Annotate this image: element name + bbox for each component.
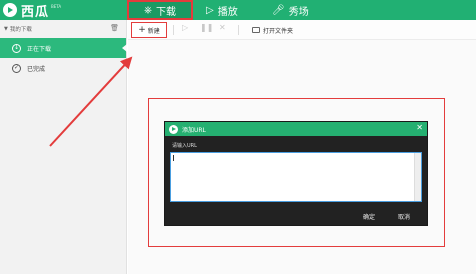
new-task-label: 新建 [147, 27, 160, 35]
top-bar: 西瓜 BETA ⎈ 下载 ▷ 播放 🎤︎ 秀场 [0, 0, 476, 20]
folder-icon [252, 27, 260, 33]
toolbar-divider [238, 25, 239, 35]
ok-button[interactable]: 确定 [361, 210, 377, 222]
cloud-download-icon: ⎈ [144, 4, 152, 16]
start-icon[interactable]: ▷ [182, 24, 188, 32]
tab-show[interactable]: 🎤︎ 秀场 [272, 0, 309, 20]
sidebar-item-label: 正在下载 [27, 45, 52, 53]
open-folder-button[interactable]: 打开文件夹 [252, 23, 293, 37]
text-caret [173, 155, 174, 161]
app-logo: 西瓜 BETA [3, 2, 62, 20]
tab-download-label: 下载 [156, 6, 176, 18]
sidebar-item-label: 已完成 [27, 65, 46, 73]
check-circle-icon: ✓ [12, 63, 21, 73]
toolbar: + 新建 ▷ ❚❚ ✕ 打开文件夹 [128, 20, 476, 40]
app-name: 西瓜 [21, 4, 50, 20]
delete-icon[interactable]: ✕ [219, 24, 226, 32]
play-screen-icon: ▷ [206, 4, 214, 16]
beta-badge: BETA [51, 4, 62, 9]
tab-show-label: 秀场 [288, 6, 309, 18]
tab-play-label: 播放 [217, 6, 238, 18]
sidebar: ▼ 我的下载 🗑︎ ↓ 正在下载 ✓ 已完成 [0, 20, 127, 274]
plus-icon: + [138, 24, 146, 35]
url-input[interactable] [170, 152, 422, 202]
open-folder-label: 打开文件夹 [263, 27, 294, 35]
cancel-button[interactable]: 取消 [395, 210, 413, 222]
microphone-icon: 🎤︎ [272, 4, 285, 16]
trash-icon[interactable]: 🗑︎ [110, 24, 119, 32]
sidebar-header: ▼ 我的下载 🗑︎ [0, 20, 126, 38]
collapse-arrow-icon[interactable]: ▼ [4, 26, 8, 32]
sidebar-header-label: 我的下载 [9, 27, 32, 33]
logo-play-icon [3, 3, 17, 17]
tab-download[interactable]: ⎈ 下载 [127, 0, 193, 20]
tab-play[interactable]: ▷ 播放 [206, 0, 238, 20]
sidebar-item-completed[interactable]: ✓ 已完成 [0, 58, 126, 78]
download-circle-icon: ↓ [12, 43, 21, 53]
new-task-button[interactable]: + 新建 [131, 22, 167, 38]
dialog-logo-icon [169, 124, 178, 134]
sidebar-item-downloading[interactable]: ↓ 正在下载 [0, 38, 127, 58]
pause-icon[interactable]: ❚❚ [200, 24, 213, 32]
toolbar-divider [173, 25, 174, 35]
close-icon[interactable]: ✕ [416, 124, 423, 132]
url-prompt-label: 请输入URL [172, 143, 197, 149]
dialog-title-bar: 添加URL ✕ [165, 122, 427, 136]
dialog-title: 添加URL [182, 126, 206, 134]
textarea-scrollbar[interactable] [414, 153, 421, 201]
add-url-dialog: 添加URL ✕ 请输入URL 确定 取消 [164, 121, 428, 226]
